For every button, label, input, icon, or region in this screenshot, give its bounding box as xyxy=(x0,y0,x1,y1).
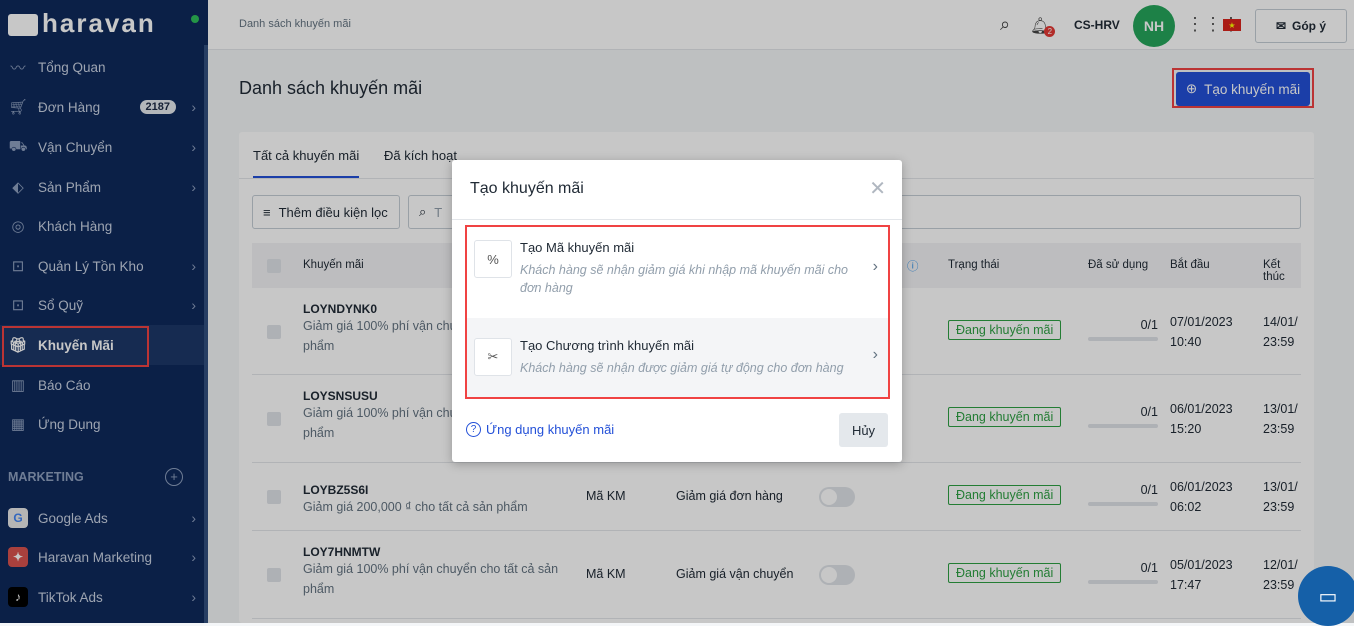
divider xyxy=(452,219,902,220)
promotion-apps-link[interactable]: ? Ứng dụng khuyến mãi xyxy=(466,422,614,437)
modal-title: Tạo khuyến mãi xyxy=(470,180,584,197)
create-promotion-modal: Tạo khuyến mãi ✕ % Tạo Mã khuyến mãi Khác… xyxy=(452,160,902,462)
cancel-button[interactable]: Hủy xyxy=(839,413,888,447)
close-icon[interactable]: ✕ xyxy=(869,176,886,201)
chat-icon: ▭ xyxy=(1318,585,1338,608)
label: Ứng dụng khuyến mãi xyxy=(486,422,615,437)
highlight-box xyxy=(465,225,890,399)
help-circle-icon: ? xyxy=(466,422,481,437)
chat-button[interactable]: ▭ xyxy=(1298,566,1354,626)
